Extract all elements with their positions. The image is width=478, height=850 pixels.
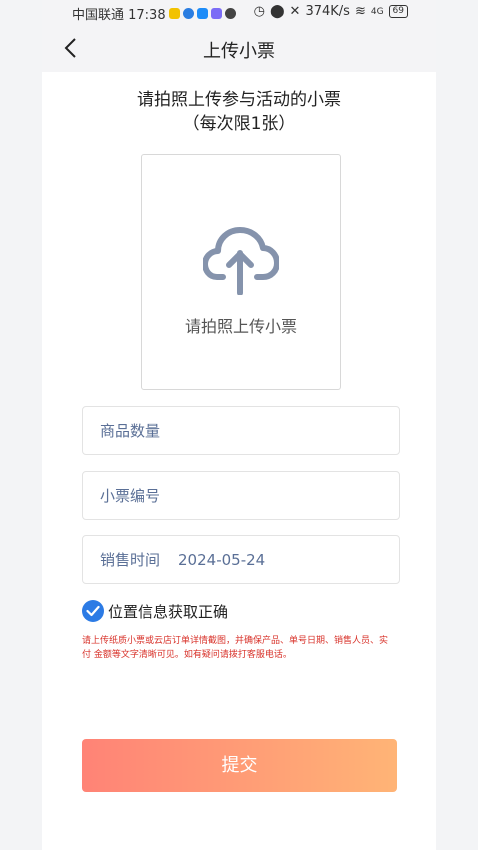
status-left: 中国联通 17:38 bbox=[72, 4, 236, 23]
upload-notice: 请上传纸质小票或云店订单详情截图，并确保产品、单号日期、销售人员、实付 金额等文… bbox=[82, 636, 389, 660]
quantity-field[interactable]: 商品数量 bbox=[82, 406, 400, 455]
wifi-icon: ≋ bbox=[354, 4, 366, 19]
carrier-time: 中国联通 17:38 bbox=[72, 8, 166, 23]
location-check-label: 位置信息获取正确 bbox=[108, 602, 229, 621]
signal-icon: 4G bbox=[370, 6, 384, 17]
app-notification-icon bbox=[182, 8, 194, 19]
submit-button[interactable]: 提交 bbox=[82, 739, 397, 792]
upload-photo-box[interactable]: 请拍照上传小票 bbox=[141, 154, 341, 390]
status-bar: 中国联通 17:38 ◷ ⬤ ✕ 374K/s ≋ 4G 69 bbox=[42, 0, 436, 26]
sale-time-label: 销售时间 bbox=[100, 551, 161, 569]
receipt-number-label: 小票编号 bbox=[100, 487, 161, 505]
nav-bar: 上传小票 bbox=[42, 26, 436, 72]
quantity-label: 商品数量 bbox=[100, 422, 161, 440]
receipt-number-field[interactable]: 小票编号 bbox=[82, 471, 400, 520]
status-right: ◷ ⬤ ✕ 374K/s ≋ 4G 69 bbox=[254, 4, 408, 19]
page-title: 上传小票 bbox=[203, 41, 275, 62]
app-notification-icon bbox=[168, 8, 180, 19]
network-speed: 374K/s bbox=[305, 4, 350, 19]
checkmark-icon bbox=[86, 605, 100, 617]
app-notification-icon bbox=[210, 8, 222, 19]
location-check-row: 位置信息获取正确 bbox=[82, 600, 228, 622]
sale-time-value: 2024-05-24 bbox=[178, 550, 266, 569]
instruction-text: 请拍照上传参与活动的小票 bbox=[137, 90, 341, 110]
app-notification-icon bbox=[196, 8, 208, 19]
location-icon: ⬤ bbox=[269, 4, 285, 19]
cloud-upload-icon bbox=[203, 227, 279, 295]
sale-time-field[interactable]: 销售时间 2024-05-24 bbox=[82, 535, 400, 584]
upload-label: 请拍照上传小票 bbox=[184, 317, 297, 336]
chat-icon bbox=[224, 8, 236, 19]
battery-icon: 69 bbox=[388, 5, 408, 18]
location-checkbox[interactable] bbox=[82, 600, 104, 622]
mute-icon: ✕ bbox=[289, 4, 301, 19]
limit-text: （每次限1张） bbox=[182, 114, 296, 134]
alarm-icon: ◷ bbox=[253, 4, 265, 19]
